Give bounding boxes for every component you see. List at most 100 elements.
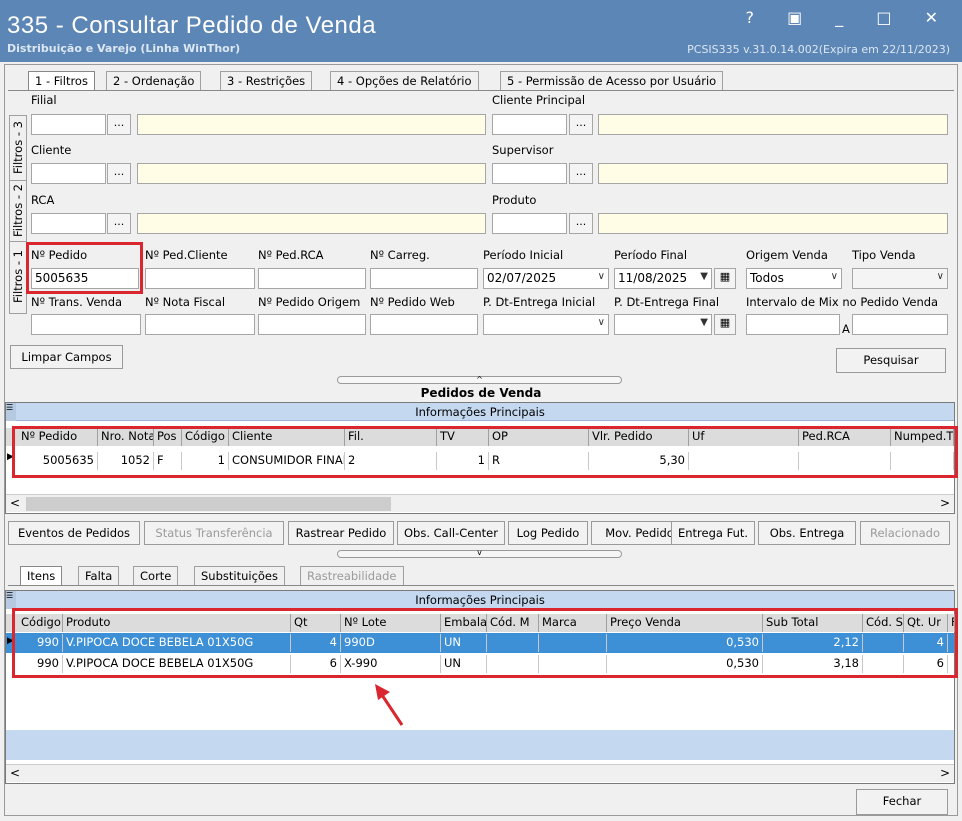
action-button[interactable]: Eventos de Pedidos [8, 521, 140, 545]
tab-corte[interactable]: Corte [133, 566, 179, 585]
n-ped-rca-input[interactable] [258, 268, 366, 289]
itens-hscrollbar[interactable]: < > [6, 764, 954, 782]
chevron-down-icon: ∨ [830, 271, 838, 282]
n-pedido-origem-input[interactable] [258, 314, 366, 335]
tab-permissao-acesso[interactable]: 5 - Permissão de Acesso por Usuário [500, 71, 724, 90]
n-pedido-origem-label: Nº Pedido Origem [258, 295, 361, 309]
periodo-final-label: Período Final [614, 248, 688, 262]
origem-venda-select[interactable]: Todos ∨ [746, 268, 842, 289]
filial-search-button[interactable]: ... [107, 114, 131, 135]
tipo-venda-select[interactable]: ∨ [852, 268, 948, 289]
scroll-right-icon[interactable]: > [940, 496, 950, 510]
grid-menu-icon[interactable]: ☰ [6, 403, 16, 421]
action-button[interactable]: Obs. Entrega [758, 521, 856, 545]
tab-filtros[interactable]: 1 - Filtros [28, 71, 95, 90]
caret-down-icon: ▼ [700, 271, 708, 282]
side-tab-filtros-1[interactable]: Filtros - 1 [9, 240, 27, 314]
rca-name-field [137, 213, 486, 234]
calendar-icon[interactable]: ▦ [714, 314, 736, 335]
side-tab-filtros-3[interactable]: Filtros - 3 [9, 115, 27, 181]
scroll-left-icon[interactable]: < [10, 496, 20, 510]
pedidos-title: Pedidos de Venda [420, 386, 542, 400]
tab-rastreabilidade[interactable]: Rastreabilidade [300, 566, 404, 585]
item-tab-divider [8, 585, 954, 586]
n-trans-venda-input[interactable] [31, 314, 141, 335]
rca-code-input[interactable] [31, 213, 106, 234]
n-carreg-input[interactable] [370, 268, 478, 289]
periodo-final-value: 11/08/2025 [618, 271, 688, 285]
action-button[interactable]: Entrega Fut. [671, 521, 755, 545]
chevron-down-icon: ∨ [597, 317, 605, 328]
periodo-inicial-label: Período Inicial [483, 248, 564, 262]
tab-substituicoes[interactable]: Substituições [194, 566, 286, 585]
filial-label: Filial [31, 93, 57, 107]
action-bar: Eventos de Pedidos Status Transferência Ra… [8, 521, 956, 547]
supervisor-search-button[interactable]: ... [569, 163, 593, 184]
n-nota-fiscal-input[interactable] [145, 314, 255, 335]
n-pedido-web-input[interactable] [370, 314, 478, 335]
pesquisar-button[interactable]: Pesquisar [836, 348, 946, 373]
periodo-inicial-value: 02/07/2025 [487, 271, 557, 285]
tab-opcoes-relatorio[interactable]: 4 - Opções de Relatório [330, 71, 479, 90]
window-title: 335 - Consultar Pedido de Venda [7, 12, 377, 39]
highlight-n-pedido [26, 242, 143, 294]
intervalo-mix-to-input[interactable] [852, 314, 948, 335]
collapse-splitter[interactable]: ^ [337, 376, 622, 384]
tab-restricoes[interactable]: 3 - Restrições [220, 71, 313, 90]
filial-code-input[interactable] [31, 114, 106, 135]
n-trans-venda-label: Nº Trans. Venda [31, 295, 123, 309]
expand-splitter[interactable]: v [337, 549, 622, 558]
origem-venda-label: Origem Venda [746, 248, 828, 262]
supervisor-label: Supervisor [492, 143, 554, 157]
highlight-pedido-row [12, 426, 958, 478]
caret-down-icon: ▼ [700, 317, 708, 328]
rca-label: RCA [31, 193, 55, 207]
supervisor-code-input[interactable] [492, 163, 567, 184]
n-carreg-label: Nº Carreg. [370, 248, 430, 262]
action-button[interactable]: Log Pedido [508, 521, 588, 545]
n-ped-cliente-label: Nº Ped.Cliente [145, 248, 228, 262]
pedidos-hscrollbar[interactable]: < > [6, 494, 954, 512]
window-controls[interactable]: ? ▣ _ □ ✕ [746, 8, 952, 27]
periodo-inicial-select[interactable]: 02/07/2025 ∨ [483, 268, 609, 289]
cliente-search-button[interactable]: ... [107, 163, 131, 184]
n-ped-cliente-input[interactable] [145, 268, 255, 289]
side-tab-filtros-2[interactable]: Filtros - 2 [9, 180, 27, 242]
tab-ordenacao[interactable]: 2 - Ordenação [106, 71, 202, 90]
scroll-left-icon[interactable]: < [10, 766, 20, 780]
produto-search-button[interactable]: ... [569, 213, 593, 234]
produto-code-input[interactable] [492, 213, 567, 234]
supervisor-name-field [598, 163, 948, 184]
cliente-principal-name-field [598, 114, 948, 135]
rca-search-button[interactable]: ... [107, 213, 131, 234]
cliente-principal-label: Cliente Principal [492, 93, 586, 107]
tab-falta[interactable]: Falta [78, 566, 120, 585]
tipo-venda-label: Tipo Venda [852, 248, 916, 262]
origem-venda-value: Todos [750, 271, 784, 285]
p-dt-entrega-final-select[interactable]: ▼ [614, 314, 712, 335]
cliente-principal-code-input[interactable] [492, 114, 567, 135]
calendar-icon[interactable]: ▦ [714, 268, 736, 289]
action-button[interactable]: Obs. Call-Center [397, 521, 505, 545]
p-dt-entrega-inicial-select[interactable]: ∨ [483, 314, 609, 335]
limpar-campos-button[interactable]: Limpar Campos [10, 345, 123, 369]
cliente-principal-search-button[interactable]: ... [569, 114, 593, 135]
tab-itens[interactable]: Itens [20, 566, 63, 585]
intervalo-mix-label: Intervalo de Mix no Pedido Venda [746, 295, 939, 309]
window-subtitle: Distribuição e Varejo (Linha WinThor) [7, 42, 241, 55]
itens-info-header: Informações Principais [6, 591, 954, 609]
action-button[interactable]: Rastrear Pedido [288, 521, 394, 545]
grid-menu-icon[interactable]: ☰ [6, 591, 16, 609]
cliente-label: Cliente [31, 143, 72, 157]
periodo-final-select[interactable]: 11/08/2025 ▼ [614, 268, 712, 289]
scroll-thumb[interactable] [26, 497, 391, 511]
action-button[interactable]: Relacionado [860, 521, 950, 545]
intervalo-mix-from-input[interactable] [746, 314, 840, 335]
fechar-button[interactable]: Fechar [856, 789, 948, 815]
n-pedido-web-label: Nº Pedido Web [370, 295, 455, 309]
scroll-right-icon[interactable]: > [940, 766, 950, 780]
action-button[interactable]: Status Transferência [144, 521, 284, 545]
cliente-name-field [137, 163, 486, 184]
cliente-code-input[interactable] [31, 163, 106, 184]
p-dt-entrega-final-label: P. Dt-Entrega Final [614, 295, 720, 309]
